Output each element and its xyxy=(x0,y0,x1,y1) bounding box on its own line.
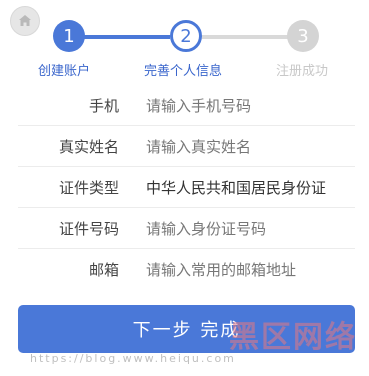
real-name-row: 真实姓名 请输入真实姓名 xyxy=(18,126,355,167)
email-input[interactable]: 请输入常用的邮箱地址 xyxy=(146,259,296,280)
step-3-label: 注册成功 xyxy=(276,64,329,79)
phone-input[interactable]: 请输入手机号码 xyxy=(146,95,251,116)
next-step-label: 下一步 完成 xyxy=(132,320,241,341)
phone-label: 手机 xyxy=(88,96,119,115)
real-name-input[interactable]: 请输入真实姓名 xyxy=(146,136,251,157)
watermark-logo: 黑区网络 xyxy=(229,320,357,355)
step-3-circle: 3 xyxy=(287,20,319,52)
id-type-label: 证件类型 xyxy=(58,178,119,197)
step-2-circle: 2 xyxy=(170,20,202,52)
registration-stepper: 1 2 3 创建账户 完善个人信息 注册成功 xyxy=(0,20,369,80)
step-connector-1 xyxy=(84,35,170,39)
email-label: 邮箱 xyxy=(88,260,119,279)
id-number-label: 证件号码 xyxy=(58,219,119,238)
phone-row: 手机 请输入手机号码 xyxy=(18,85,355,126)
step-connector-2 xyxy=(202,35,288,39)
step-1-label: 创建账户 xyxy=(38,64,91,79)
email-row: 邮箱 请输入常用的邮箱地址 xyxy=(18,249,355,289)
id-type-select[interactable]: 中华人民共和国居民身份证 xyxy=(146,177,326,198)
id-type-row: 证件类型 中华人民共和国居民身份证 xyxy=(18,167,355,208)
step-2-label: 完善个人信息 xyxy=(144,64,223,79)
watermark-url: https://blog.www.heiqu.com xyxy=(30,352,236,365)
step-1-circle: 1 xyxy=(53,20,85,52)
id-number-input[interactable]: 请输入身份证号码 xyxy=(146,218,266,239)
profile-form: 手机 请输入手机号码 真实姓名 请输入真实姓名 证件类型 中华人民共和国居民身份… xyxy=(18,85,355,289)
real-name-label: 真实姓名 xyxy=(58,137,119,156)
id-number-row: 证件号码 请输入身份证号码 xyxy=(18,208,355,249)
